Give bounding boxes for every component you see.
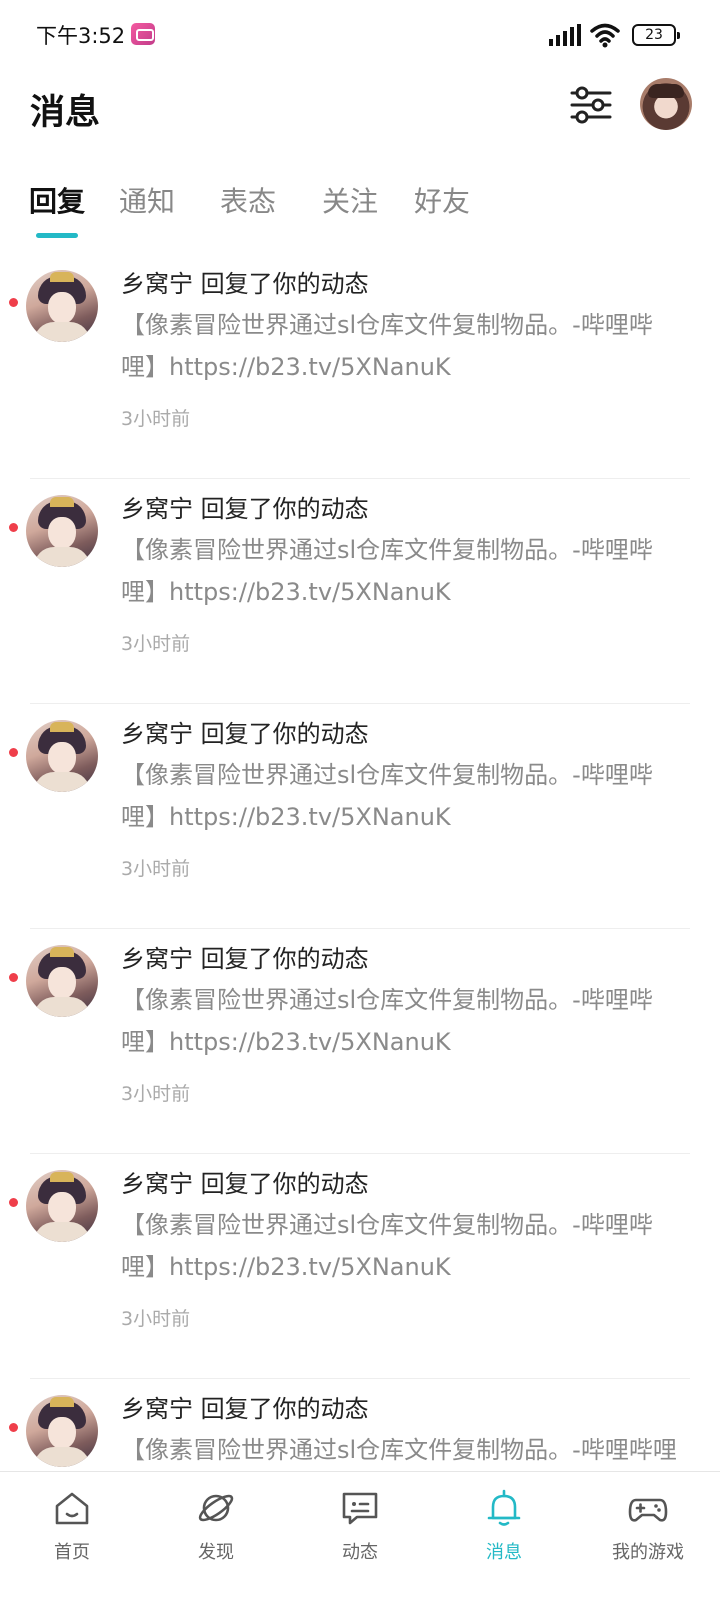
tab-reaction[interactable]: 表态 <box>220 180 276 220</box>
tab-notice[interactable]: 通知 <box>119 180 175 220</box>
avatar[interactable] <box>26 270 98 342</box>
bottom-nav: 首页 发现 动态 消息 我的游戏 <box>0 1471 720 1600</box>
message-title: 乡窝宁 回复了你的动态 <box>121 945 369 973</box>
nav-messages[interactable]: 消息 <box>432 1472 576 1600</box>
message-title: 乡窝宁 回复了你的动态 <box>121 1395 369 1423</box>
nav-label: 动态 <box>342 1542 378 1563</box>
tab-friends[interactable]: 好友 <box>414 180 470 220</box>
wifi-icon <box>590 23 620 48</box>
message-body: 【像素冒险世界通过sl仓库文件复制物品。-哔哩哔哩】https://b23.tv… <box>121 986 653 1056</box>
list-item[interactable]: 乡窝宁 回复了你的动态 【像素冒险世界通过sl仓库文件复制物品。-哔哩哔哩】ht… <box>0 700 720 929</box>
message-title: 乡窝宁 回复了你的动态 <box>121 495 369 523</box>
avatar[interactable] <box>26 1170 98 1242</box>
message-body: 【像素冒险世界通过sl仓库文件复制物品。-哔哩哔哩】https://b23.tv… <box>121 761 653 831</box>
list-item[interactable]: 乡窝宁 回复了你的动态 【像素冒险世界通过sl仓库文件复制物品。-哔哩哔哩】ht… <box>0 1150 720 1379</box>
avatar[interactable] <box>26 495 98 567</box>
unread-dot <box>9 523 18 532</box>
bell-icon <box>487 1489 521 1526</box>
message-time: 3小时前 <box>121 1083 191 1105</box>
nav-label: 发现 <box>198 1542 234 1563</box>
message-title: 乡窝宁 回复了你的动态 <box>121 1170 369 1198</box>
unread-dot <box>9 1198 18 1207</box>
gamepad-icon <box>628 1498 668 1522</box>
nav-label: 消息 <box>486 1542 522 1563</box>
message-title: 乡窝宁 回复了你的动态 <box>121 720 369 748</box>
message-title: 乡窝宁 回复了你的动态 <box>121 270 369 298</box>
tab-indicator <box>36 233 78 238</box>
message-body: 【像素冒险世界通过sl仓库文件复制物品。-哔哩哔哩】https://b23.tv… <box>121 311 653 381</box>
nav-label: 我的游戏 <box>612 1542 684 1563</box>
planet-icon <box>198 1494 234 1522</box>
battery-indicator: 23 <box>632 24 680 46</box>
nav-label: 首页 <box>54 1542 90 1563</box>
status-bar: 下午3:52 23 <box>0 0 720 70</box>
avatar[interactable] <box>26 720 98 792</box>
page-title: 消息 <box>30 93 101 133</box>
app-notification-icon <box>131 23 155 45</box>
message-body: 【像素冒险世界通过sl仓库文件复制物品。-哔哩哔哩】https://b23.tv… <box>121 1211 653 1281</box>
tab-reply[interactable]: 回复 <box>29 180 85 220</box>
nav-discover[interactable]: 发现 <box>144 1472 288 1600</box>
message-time: 3小时前 <box>121 408 191 430</box>
message-body: 【像素冒险世界通过sl仓库文件复制物品。-哔哩哔哩】https://b23.tv… <box>121 536 653 606</box>
unread-dot <box>9 298 18 307</box>
home-icon <box>55 1492 89 1525</box>
status-time: 下午3:52 <box>36 24 126 48</box>
nav-feed[interactable]: 动态 <box>288 1472 432 1600</box>
message-tabs: 回复 通知 表态 关注 好友 <box>0 172 720 242</box>
message-body: 【像素冒险世界通过sl仓库文件复制物品。-哔哩哔哩 <box>121 1436 677 1464</box>
nav-home[interactable]: 首页 <box>0 1472 144 1600</box>
list-item[interactable]: 乡窝宁 回复了你的动态 【像素冒险世界通过sl仓库文件复制物品。-哔哩哔哩】ht… <box>0 250 720 479</box>
list-item[interactable]: 乡窝宁 回复了你的动态 【像素冒险世界通过sl仓库文件复制物品。-哔哩哔哩】ht… <box>0 925 720 1154</box>
unread-dot <box>9 1423 18 1432</box>
sliders-icon[interactable] <box>570 84 612 126</box>
message-time: 3小时前 <box>121 858 191 880</box>
message-time: 3小时前 <box>121 633 191 655</box>
avatar[interactable] <box>26 945 98 1017</box>
message-time: 3小时前 <box>121 1308 191 1330</box>
list-item[interactable]: 乡窝宁 回复了你的动态 【像素冒险世界通过sl仓库文件复制物品。-哔哩哔哩】ht… <box>0 475 720 704</box>
tab-follow[interactable]: 关注 <box>322 180 378 220</box>
unread-dot <box>9 748 18 757</box>
unread-dot <box>9 973 18 982</box>
signal-icon <box>549 24 581 46</box>
nav-my-games[interactable]: 我的游戏 <box>576 1472 720 1600</box>
user-avatar[interactable] <box>640 78 692 130</box>
avatar[interactable] <box>26 1395 98 1467</box>
chat-icon <box>342 1492 378 1525</box>
